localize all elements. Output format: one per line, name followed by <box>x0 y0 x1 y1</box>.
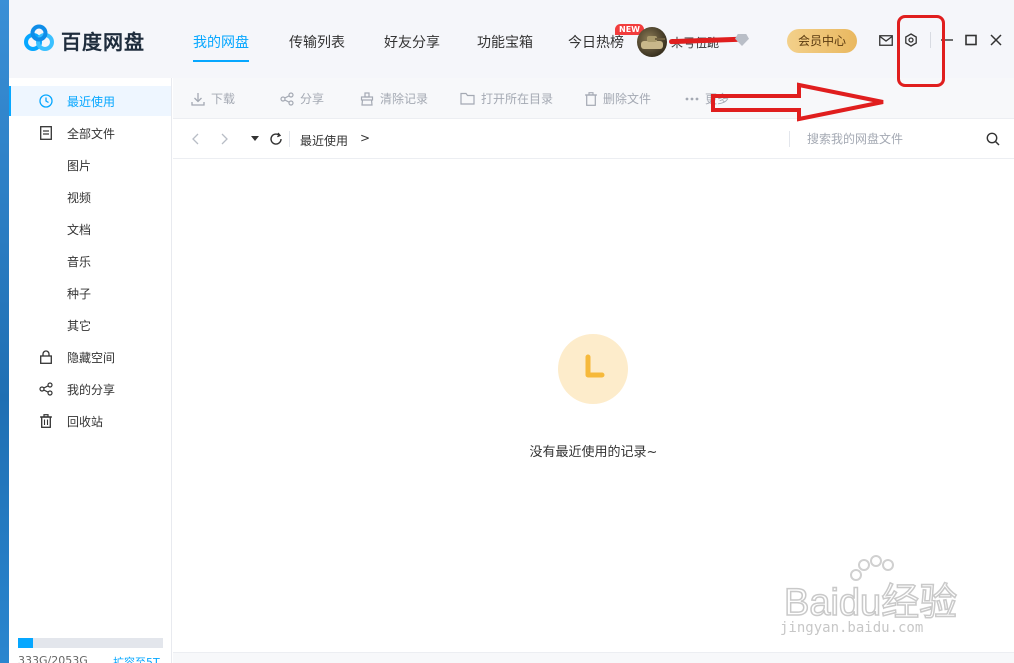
watermark-brand: Baidu经验 <box>784 582 957 624</box>
watermark-url: jingyan.baidu.com <box>780 620 924 636</box>
tab-transfer-list[interactable]: 传输列表 <box>289 32 345 52</box>
clock-icon <box>39 94 53 108</box>
sidebar: 最近使用 全部文件 图片 视频 文档 音乐 种子 其它 隐藏空间 我的分享 回收… <box>9 78 172 663</box>
annotation-highlight-box <box>897 15 945 87</box>
mail-icon[interactable] <box>876 30 896 50</box>
annotation-arrow-icon <box>711 82 884 122</box>
open-folder-label: 打开所在目录 <box>481 92 554 106</box>
sidebar-item-label: 其它 <box>67 318 92 333</box>
download-icon <box>191 92 205 106</box>
sidebar-item-all-files[interactable]: 全部文件 <box>9 118 171 148</box>
eraser-icon <box>360 91 374 106</box>
trash-icon <box>39 414 53 428</box>
sidebar-item-label: 音乐 <box>67 254 92 269</box>
storage-progress-bar <box>18 638 163 648</box>
trash-icon <box>585 91 597 106</box>
delete-file-button[interactable]: 删除文件 <box>585 90 651 107</box>
avatar[interactable] <box>637 27 667 57</box>
address-bar: 最近使用 > <box>173 119 1014 159</box>
sidebar-item-label: 全部文件 <box>67 126 116 141</box>
history-dropdown-icon[interactable] <box>247 131 263 147</box>
sidebar-item-images[interactable]: 图片 <box>9 150 171 180</box>
title-bar: 百度网盘 我的网盘 传输列表 好友分享 功能宝箱 今日热榜 NEW 末亏伍跪 会… <box>9 0 1014 78</box>
breadcrumb-separator: > <box>360 131 371 145</box>
empty-state-message: 没有最近使用的记录~ <box>529 445 658 460</box>
sidebar-item-recent[interactable]: 最近使用 <box>9 86 171 116</box>
maximize-icon[interactable] <box>961 30 981 50</box>
breadcrumb[interactable]: 最近使用 <box>300 132 348 149</box>
delete-file-label: 删除文件 <box>603 92 652 106</box>
sidebar-item-label: 回收站 <box>67 414 104 429</box>
document-icon <box>39 126 53 140</box>
expand-storage-link[interactable]: 扩容至5T <box>113 654 160 663</box>
tab-friend-share[interactable]: 好友分享 <box>384 32 440 52</box>
open-folder-button[interactable]: 打开所在目录 <box>460 90 553 107</box>
sidebar-item-label: 文档 <box>67 222 92 237</box>
sidebar-item-music[interactable]: 音乐 <box>9 246 171 276</box>
file-toolbar: 下载 分享 清除记录 打开所在目录 删除文件 更多 <box>173 78 1014 119</box>
sidebar-item-label: 视频 <box>67 190 92 205</box>
share-button[interactable]: 分享 <box>280 90 324 107</box>
sidebar-item-label: 我的分享 <box>67 382 116 397</box>
baidu-netdisk-window: 百度网盘 我的网盘 传输列表 好友分享 功能宝箱 今日热榜 NEW 末亏伍跪 会… <box>9 0 1014 663</box>
clear-history-button[interactable]: 清除记录 <box>360 90 428 107</box>
sidebar-item-label: 种子 <box>67 286 92 301</box>
sidebar-item-torrents[interactable]: 种子 <box>9 278 171 308</box>
search-icon[interactable] <box>985 131 1001 147</box>
sidebar-item-recycle-bin[interactable]: 回收站 <box>9 406 171 436</box>
sidebar-item-other[interactable]: 其它 <box>9 310 171 340</box>
share-icon <box>39 382 53 396</box>
folder-icon <box>460 92 475 105</box>
vip-center-button[interactable]: 会员中心 <box>787 29 857 53</box>
refresh-icon[interactable] <box>268 131 284 147</box>
vip-diamond-icon <box>735 34 749 46</box>
download-label: 下载 <box>211 92 236 106</box>
sidebar-item-videos[interactable]: 视频 <box>9 182 171 212</box>
share-icon <box>280 91 294 106</box>
desktop-background-left <box>0 0 9 663</box>
sidebar-item-label: 隐藏空间 <box>67 350 116 365</box>
baidu-netdisk-logo-icon <box>24 24 54 51</box>
search-input[interactable] <box>807 129 967 149</box>
sidebar-item-label: 最近使用 <box>67 94 116 109</box>
status-footer <box>173 652 1014 663</box>
tab-trending[interactable]: 今日热榜 <box>568 32 624 52</box>
lock-icon <box>39 350 53 364</box>
clear-history-label: 清除记录 <box>380 92 429 106</box>
active-indicator <box>9 86 11 116</box>
forward-arrow-icon[interactable] <box>217 131 233 147</box>
sidebar-item-my-shares[interactable]: 我的分享 <box>9 374 171 404</box>
sidebar-item-label: 图片 <box>67 158 92 173</box>
tab-my-netdisk[interactable]: 我的网盘 <box>193 32 249 52</box>
app-brand: 百度网盘 <box>61 30 145 54</box>
divider <box>289 131 290 147</box>
active-tab-indicator <box>193 60 249 62</box>
sidebar-item-hidden-space[interactable]: 隐藏空间 <box>9 342 171 372</box>
share-label: 分享 <box>300 92 325 106</box>
more-dots-icon <box>685 97 699 100</box>
sidebar-item-docs[interactable]: 文档 <box>9 214 171 244</box>
divider <box>789 131 790 147</box>
download-button[interactable]: 下载 <box>191 90 235 107</box>
empty-clock-icon <box>558 334 628 404</box>
storage-progress-fill <box>18 638 33 648</box>
close-icon[interactable] <box>986 30 1006 50</box>
back-arrow-icon[interactable] <box>187 131 203 147</box>
storage-usage-text: 333G/2053G <box>18 654 88 663</box>
avatar-image-icon <box>641 36 665 49</box>
tab-toolbox[interactable]: 功能宝箱 <box>477 32 533 52</box>
